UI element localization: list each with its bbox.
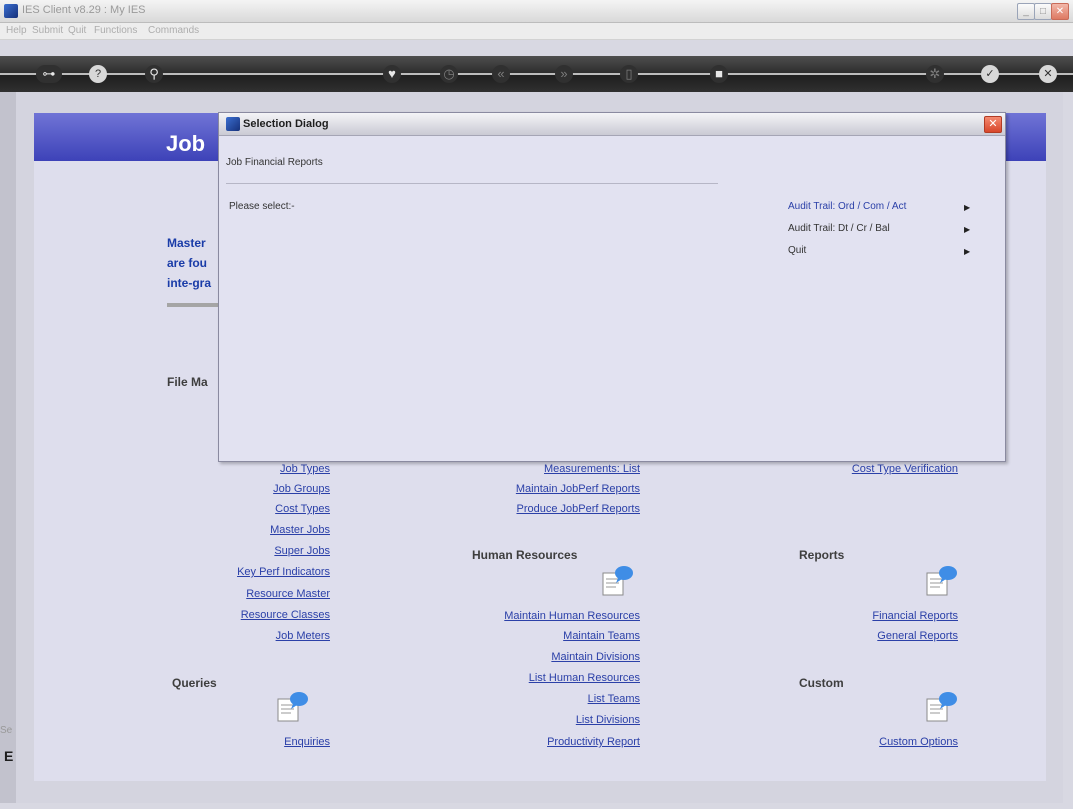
link-productivity-report[interactable]: Productivity Report: [460, 736, 640, 748]
link-list-divisions[interactable]: List Divisions: [460, 714, 640, 726]
left-strip: [0, 92, 17, 803]
clock-icon[interactable]: ◷: [440, 65, 458, 83]
link-list-human-resources[interactable]: List Human Resources: [460, 672, 640, 684]
menu-commands[interactable]: Commands: [148, 25, 199, 36]
chevron-right-icon: ▶: [964, 203, 971, 212]
close-icon[interactable]: ✕: [1039, 65, 1057, 83]
forward-icon[interactable]: »: [555, 65, 573, 83]
status-letter: E: [4, 748, 14, 764]
link-maintain-teams[interactable]: Maintain Teams: [460, 630, 640, 642]
intro-line: inte-gra: [167, 276, 212, 290]
document-icon: [602, 566, 633, 596]
toolbar: ⊶ ? ⚲ ♥ ◷ « » ▯ ■ ✲ ✓ ✕: [0, 56, 1073, 92]
menu-quit[interactable]: Quit: [68, 25, 86, 36]
link-maintain-divisions[interactable]: Maintain Divisions: [460, 651, 640, 663]
option-audit-trail-dt-cr-bal[interactable]: Audit Trail: Dt / Cr / Bal: [788, 223, 890, 234]
section-custom: Custom: [799, 676, 844, 690]
selection-dialog: Selection Dialog ✕ Job Financial Reports…: [218, 112, 1006, 462]
link-super-jobs[interactable]: Super Jobs: [230, 545, 330, 557]
heart-icon[interactable]: ♥: [383, 65, 401, 83]
link-cost-types[interactable]: Cost Types: [230, 503, 330, 515]
title-bar: IES Client v8.29 : My IES _ □ ✕: [0, 0, 1073, 23]
menu-functions[interactable]: Functions: [94, 25, 137, 36]
menu-help[interactable]: Help: [6, 25, 27, 36]
option-quit[interactable]: Quit: [788, 245, 806, 256]
intro-line: are fou: [167, 256, 208, 270]
link-resource-classes[interactable]: Resource Classes: [190, 609, 330, 621]
app-icon: [4, 4, 18, 18]
link-general-reports[interactable]: General Reports: [820, 630, 958, 642]
link-measurements-list[interactable]: Measurements: List: [460, 463, 640, 475]
link-financial-reports[interactable]: Financial Reports: [820, 610, 958, 622]
app-window: IES Client v8.29 : My IES _ □ ✕ Help Sub…: [0, 0, 1073, 809]
menu-bar: Help Submit Quit Functions Commands: [0, 23, 1073, 40]
help-icon[interactable]: ?: [89, 65, 107, 83]
link-list-teams[interactable]: List Teams: [460, 693, 640, 705]
section-queries: Queries: [172, 676, 217, 690]
option-audit-trail-ord-com-act[interactable]: Audit Trail: Ord / Com / Act: [788, 201, 906, 212]
settings-icon[interactable]: ✲: [926, 65, 944, 83]
close-window-button[interactable]: ✕: [1051, 3, 1069, 20]
chevron-right-icon: ▶: [964, 225, 971, 234]
minimize-button[interactable]: _: [1017, 3, 1035, 20]
dialog-titlebar: Selection Dialog ✕: [219, 113, 1005, 136]
chevron-right-icon: ▶: [964, 247, 971, 256]
link-job-meters[interactable]: Job Meters: [230, 630, 330, 642]
link-enquiries[interactable]: Enquiries: [230, 736, 330, 748]
page-title: Job: [166, 131, 206, 156]
link-cost-type-verification[interactable]: Cost Type Verification: [780, 463, 958, 475]
document-icon: [926, 566, 957, 596]
link-maintain-human-resources[interactable]: Maintain Human Resources: [460, 610, 640, 622]
link-job-types[interactable]: Job Types: [230, 463, 330, 475]
link-master-jobs[interactable]: Master Jobs: [230, 524, 330, 536]
dialog-prompt: Please select:-: [229, 201, 295, 212]
dialog-close-button[interactable]: ✕: [984, 116, 1002, 133]
link-key-perf-indicators[interactable]: Key Perf Indicators: [190, 566, 330, 578]
window-title: IES Client v8.29 : My IES: [22, 4, 146, 16]
dialog-subtitle: Job Financial Reports: [226, 157, 323, 168]
status-text: Se: [0, 725, 13, 736]
search-icon[interactable]: ⚲: [145, 65, 163, 83]
document-icon: [926, 692, 957, 722]
link-produce-jobperf-reports[interactable]: Produce JobPerf Reports: [460, 503, 640, 515]
menu-submit[interactable]: Submit: [32, 25, 63, 36]
link-resource-master[interactable]: Resource Master: [190, 588, 330, 600]
stop-icon[interactable]: ▯: [620, 65, 638, 83]
link-maintain-jobperf-reports[interactable]: Maintain JobPerf Reports: [460, 483, 640, 495]
document-icon: [277, 692, 308, 722]
key-icon[interactable]: ⊶: [36, 65, 62, 83]
section-file-maintenance: File Ma: [167, 375, 208, 389]
section-reports: Reports: [799, 548, 845, 562]
maximize-button[interactable]: □: [1034, 3, 1052, 20]
dialog-app-icon: [226, 117, 240, 131]
dialog-divider: [226, 183, 718, 184]
section-human-resources: Human Resources: [472, 548, 578, 562]
link-custom-options[interactable]: Custom Options: [820, 736, 958, 748]
divider-bar: [167, 303, 221, 307]
square-icon[interactable]: ■: [710, 65, 728, 83]
check-icon[interactable]: ✓: [981, 65, 999, 83]
rewind-icon[interactable]: «: [492, 65, 510, 83]
intro-line: Master: [167, 236, 206, 250]
link-job-groups[interactable]: Job Groups: [230, 483, 330, 495]
dialog-title: Selection Dialog: [243, 118, 329, 130]
